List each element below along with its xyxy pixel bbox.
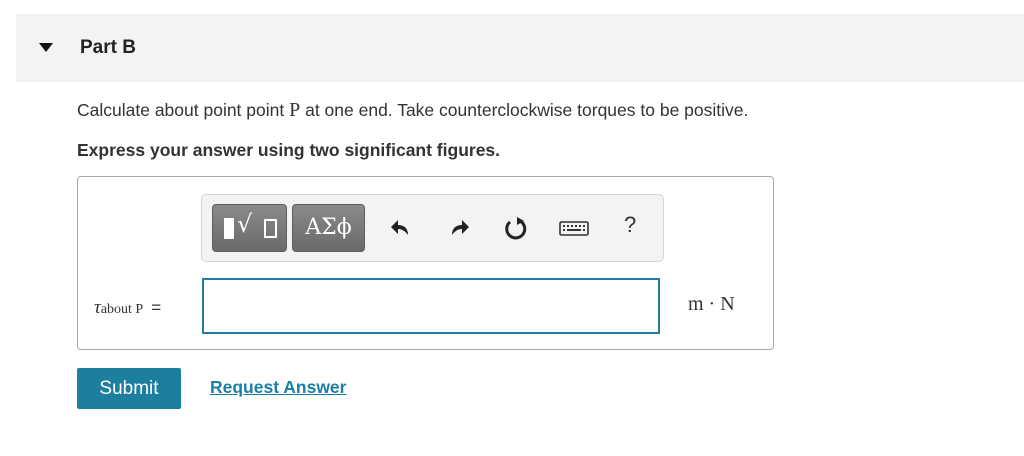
answer-input[interactable] bbox=[202, 278, 660, 334]
prompt-variable: P bbox=[289, 99, 301, 121]
redo-icon[interactable] bbox=[444, 214, 472, 242]
prompt-text-before: Calculate about point point bbox=[77, 100, 290, 120]
equals-sign: = bbox=[151, 298, 162, 317]
request-answer-link[interactable]: Request Answer bbox=[210, 377, 346, 398]
answer-units: m · N bbox=[688, 293, 735, 315]
variable-subscript: about P bbox=[100, 302, 144, 317]
part-title: Part B bbox=[80, 37, 136, 58]
symbols-button[interactable]: ΑΣϕ bbox=[292, 204, 365, 252]
help-button[interactable]: ? bbox=[624, 212, 636, 238]
submit-button[interactable]: Submit bbox=[77, 368, 181, 409]
variable-symbol: τ bbox=[94, 297, 101, 318]
undo-icon[interactable] bbox=[388, 214, 416, 242]
answer-variable-label: τabout P = bbox=[94, 297, 161, 319]
reset-icon[interactable] bbox=[502, 214, 530, 242]
prompt-text-after: at one end. Take counterclockwise torque… bbox=[300, 100, 749, 120]
templates-button[interactable]: √ bbox=[212, 204, 287, 252]
math-toolbar: √ ΑΣϕ ? bbox=[201, 194, 664, 262]
answer-instruction: Express your answer using two significan… bbox=[77, 140, 501, 160]
keyboard-icon[interactable] bbox=[558, 214, 590, 242]
answer-box: √ ΑΣϕ ? τabout P = m · N bbox=[77, 176, 774, 350]
part-header[interactable]: Part B bbox=[16, 14, 1024, 82]
question-prompt: Calculate about point point P at one end… bbox=[77, 99, 748, 122]
collapse-caret-icon[interactable] bbox=[39, 43, 53, 52]
